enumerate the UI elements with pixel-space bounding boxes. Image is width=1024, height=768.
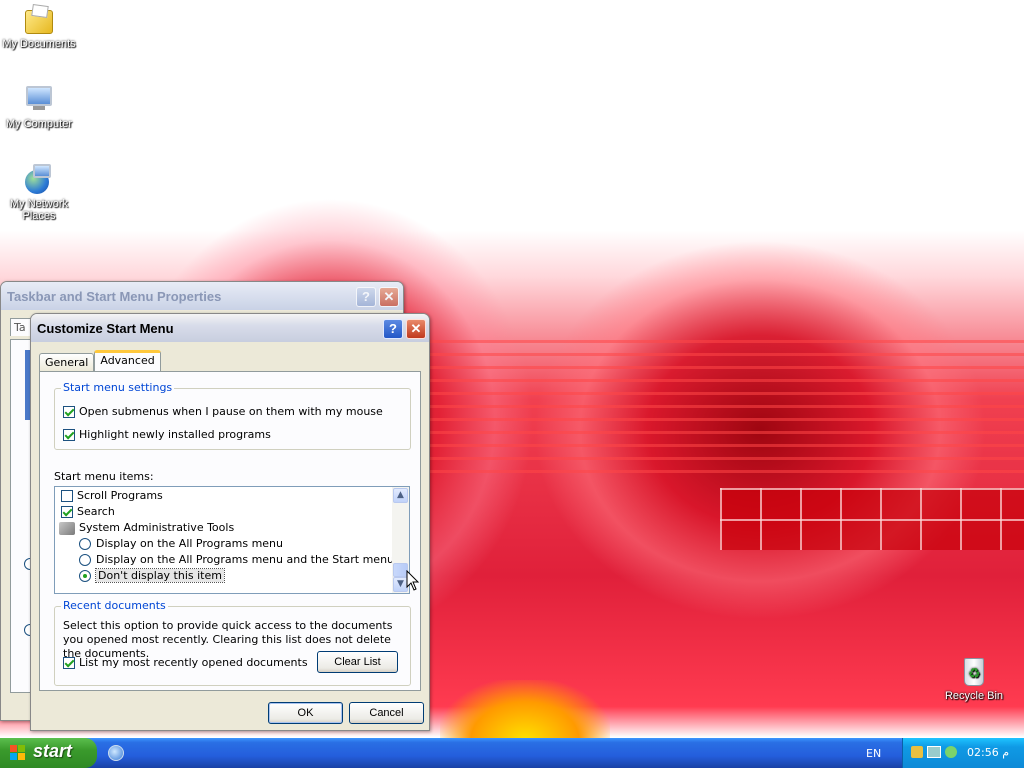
recent-documents-group: Recent documents Select this option to p… [54, 599, 411, 686]
close-button[interactable]: ✕ [406, 319, 426, 339]
list-item-label: Search [77, 505, 115, 518]
radio-button[interactable] [79, 570, 91, 582]
start-label: start [33, 741, 73, 761]
wallpaper-lines [420, 330, 1024, 480]
desktop-icon-label: My Computer [5, 118, 73, 130]
start-menu-items-label: Start menu items: [54, 470, 154, 483]
clock[interactable]: 02:56 م [967, 746, 1009, 759]
language-indicator[interactable]: EN [866, 747, 881, 760]
network-icon[interactable] [927, 746, 941, 758]
window-title: Taskbar and Start Menu Properties [7, 288, 222, 304]
checkbox[interactable] [61, 490, 73, 502]
list-item-label: Display on the All Programs menu and the… [96, 553, 395, 566]
my-computer-icon [23, 84, 55, 116]
windows-logo-icon [10, 745, 26, 761]
customize-start-menu-dialog: Customize Start Menu ? ✕ General Advance… [30, 313, 430, 731]
checkbox[interactable] [61, 506, 73, 518]
taskbar: start EN 02:56 م [0, 738, 1024, 768]
taskbar-properties-titlebar[interactable]: Taskbar and Start Menu Properties [1, 282, 403, 310]
desktop-icon-label: Recycle Bin [944, 690, 1004, 702]
list-item-label: Scroll Programs [77, 489, 163, 502]
desktop-icon-label: My Documents [2, 38, 76, 50]
admin-tools-icon [59, 521, 75, 535]
checkbox-label: Open submenus when I pause on them with … [79, 405, 383, 418]
advanced-panel: Start menu settings Open submenus when I… [39, 371, 421, 691]
recycle-bin-icon [958, 656, 990, 688]
radio-button[interactable] [79, 538, 91, 550]
tray-tools-icon[interactable] [911, 746, 923, 758]
chevron-down-icon: ▼ [397, 579, 404, 589]
radio-button[interactable] [79, 554, 91, 566]
start-menu-settings-group: Start menu settings Open submenus when I… [54, 381, 411, 450]
dialog-titlebar[interactable]: Customize Start Menu [31, 314, 429, 342]
wallpaper-grid [720, 488, 1024, 550]
my-documents-icon [23, 4, 55, 36]
close-icon: ✕ [383, 289, 395, 304]
tab-general[interactable]: General [39, 353, 95, 371]
close-icon: ✕ [410, 321, 422, 336]
setting-open-submenus[interactable]: Open submenus when I pause on them with … [63, 405, 383, 418]
list-item-scroll-programs[interactable]: Scroll Programs [61, 489, 163, 502]
cancel-button[interactable]: Cancel [349, 702, 424, 724]
scroll-up-button[interactable]: ▲ [393, 488, 408, 503]
dialog-title: Customize Start Menu [37, 320, 174, 336]
desktop-icon-my-documents[interactable]: My Documents [1, 4, 77, 50]
network-places-icon [23, 164, 55, 196]
desktop-icon-label: My Network Places [9, 198, 69, 222]
list-item-label: Don't display this item [95, 568, 225, 583]
setting-highlight-new-programs[interactable]: Highlight newly installed programs [63, 428, 271, 441]
desktop-icon-my-computer[interactable]: My Computer [1, 84, 77, 130]
tab-advanced[interactable]: Advanced [94, 350, 161, 371]
help-icon: ? [389, 321, 397, 336]
close-button[interactable]: ✕ [379, 287, 399, 307]
list-item-label: Display on the All Programs menu [96, 537, 283, 550]
desktop-icon-my-network-places[interactable]: My Network Places [1, 164, 77, 222]
list-item-dont-display[interactable]: Don't display this item [79, 568, 225, 583]
system-tray: 02:56 م [902, 738, 1024, 768]
wallpaper-flame [440, 680, 610, 740]
internet-explorer-quicklaunch-icon[interactable] [108, 745, 124, 761]
start-button[interactable]: start [0, 738, 97, 768]
chevron-up-icon: ▲ [397, 490, 404, 500]
checkbox[interactable] [63, 657, 75, 669]
list-item-search[interactable]: Search [61, 505, 115, 518]
tray-app-icon[interactable] [945, 746, 957, 758]
help-button[interactable]: ? [356, 287, 376, 307]
setting-list-recent-documents[interactable]: List my most recently opened documents [63, 656, 308, 669]
list-item-display-all-programs[interactable]: Display on the All Programs menu [79, 537, 283, 550]
list-item-display-all-programs-and-start[interactable]: Display on the All Programs menu and the… [79, 553, 394, 566]
clear-list-button[interactable]: Clear List [317, 651, 398, 673]
list-item-admin-tools-header: System Administrative Tools [59, 521, 234, 535]
help-icon: ? [362, 289, 370, 304]
help-button[interactable]: ? [383, 319, 403, 339]
checkbox[interactable] [63, 406, 75, 418]
start-menu-items-list[interactable]: Scroll Programs Search System Administra… [54, 486, 410, 594]
list-item-label: System Administrative Tools [79, 521, 235, 534]
group-legend: Start menu settings [61, 381, 175, 394]
group-legend: Recent documents [61, 599, 168, 612]
ok-button[interactable]: OK [268, 702, 343, 724]
checkbox[interactable] [63, 429, 75, 441]
checkbox-label: List my most recently opened documents [79, 656, 308, 669]
checkbox-label: Highlight newly installed programs [79, 428, 271, 441]
desktop-icon-recycle-bin[interactable]: Recycle Bin [936, 656, 1012, 702]
dialog-tabs: General Advanced [39, 350, 161, 371]
mouse-cursor-icon [406, 570, 420, 591]
